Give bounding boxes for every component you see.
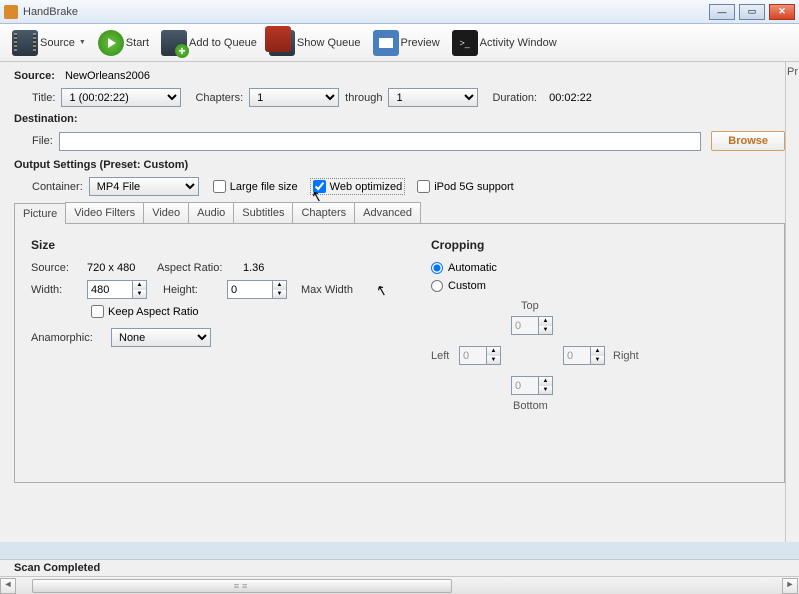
handbrake-icon (4, 5, 18, 19)
add-queue-label: Add to Queue (189, 37, 257, 49)
aspect-label: Aspect Ratio: (157, 262, 237, 274)
height-spinner[interactable]: ▲▼ (227, 280, 287, 299)
top-label: Top (521, 300, 539, 312)
chapter-from-select[interactable]: 1 (249, 88, 339, 107)
tab-picture[interactable]: Picture (14, 203, 66, 224)
duration-value: 00:02:22 (549, 92, 592, 104)
aspect-value: 1.36 (243, 262, 264, 274)
tab-advanced[interactable]: Advanced (354, 202, 421, 223)
source-heading: Source: (14, 70, 55, 82)
source-label: Source (40, 37, 75, 49)
film-icon (12, 30, 38, 56)
tab-subtitles[interactable]: Subtitles (233, 202, 293, 223)
presets-hint: Pr (786, 66, 799, 78)
size-section: Size Source: 720 x 480 Aspect Ratio: 1.3… (31, 238, 371, 468)
destination-heading: Destination: (14, 113, 785, 125)
anamorphic-label: Anamorphic: (31, 332, 105, 344)
output-settings-heading: Output Settings (Preset: Custom) (14, 159, 785, 171)
minimize-button[interactable]: — (709, 4, 735, 20)
width-label: Width: (31, 284, 81, 296)
maximize-button[interactable]: ▭ (739, 4, 765, 20)
cropping-section: Cropping Automatic Custom Top ▲▼ Left ▲▼… (431, 238, 771, 468)
large-file-checkbox[interactable]: Large file size (213, 180, 298, 193)
right-label: Right (613, 350, 639, 362)
container-label: Container: (32, 181, 83, 193)
tab-content: Size Source: 720 x 480 Aspect Ratio: 1.3… (14, 223, 785, 483)
status-text: Scan Completed (14, 562, 100, 574)
tab-chapters[interactable]: Chapters (292, 202, 355, 223)
anamorphic-select[interactable]: None (111, 328, 211, 347)
browse-button[interactable]: Browse (711, 131, 785, 151)
close-button[interactable]: ✕ (769, 4, 795, 20)
file-label: File: (32, 135, 53, 147)
chapter-to-select[interactable]: 1 (388, 88, 478, 107)
toolbar: Source ▼ Start + Add to Queue Show Queue… (0, 24, 799, 62)
height-label: Height: (163, 284, 221, 296)
queue-add-icon: + (161, 30, 187, 56)
scroll-right-arrow[interactable]: ► (782, 578, 798, 594)
preview-icon (373, 30, 399, 56)
tab-video-filters[interactable]: Video Filters (65, 202, 144, 223)
crop-custom-radio[interactable]: Custom (431, 280, 771, 292)
activity-label: Activity Window (480, 37, 557, 49)
source-value: NewOrleans2006 (65, 70, 150, 82)
crop-left-spinner: ▲▼ (459, 346, 501, 365)
window-title: HandBrake (23, 6, 78, 18)
window-titlebar: HandBrake — ▭ ✕ (0, 0, 799, 24)
tabs: Picture Video Filters Video Audio Subtit… (14, 202, 785, 223)
keep-aspect-checkbox[interactable]: Keep Aspect Ratio (91, 305, 199, 318)
crop-right-spinner: ▲▼ (563, 346, 605, 365)
scroll-thumb[interactable]: ≡≡ (32, 579, 452, 593)
source-button[interactable]: Source ▼ (8, 28, 90, 58)
ipod-5g-checkbox[interactable]: iPod 5G support (417, 180, 514, 193)
cropping-heading: Cropping (431, 238, 771, 252)
crop-bottom-spinner: ▲▼ (511, 376, 553, 395)
tab-video[interactable]: Video (143, 202, 189, 223)
crop-top-spinner: ▲▼ (511, 316, 553, 335)
bottom-label: Bottom (513, 400, 548, 412)
title-select[interactable]: 1 (00:02:22) (61, 88, 181, 107)
size-heading: Size (31, 238, 371, 252)
left-label: Left (431, 350, 449, 362)
show-queue-button[interactable]: Show Queue (265, 28, 365, 58)
container-select[interactable]: MP4 File (89, 177, 199, 196)
horizontal-scrollbar[interactable]: ◄ ≡≡ ► (0, 576, 799, 594)
main-panel: Source: NewOrleans2006 Title: 1 (00:02:2… (0, 62, 799, 542)
start-label: Start (126, 37, 149, 49)
preview-label: Preview (401, 37, 440, 49)
chapters-label: Chapters: (195, 92, 243, 104)
presets-panel-collapsed[interactable]: Pr (785, 62, 799, 542)
queue-stack-icon (269, 30, 295, 56)
size-source-value: 720 x 480 (87, 262, 157, 274)
crop-auto-radio[interactable]: Automatic (431, 262, 771, 274)
cursor-icon-2 (376, 282, 392, 298)
terminal-icon (452, 30, 478, 56)
width-spinner[interactable]: ▲▼ (87, 280, 147, 299)
start-button[interactable]: Start (94, 28, 153, 58)
tab-audio[interactable]: Audio (188, 202, 234, 223)
max-width-label: Max Width (301, 284, 353, 296)
duration-label: Duration: (492, 92, 537, 104)
play-icon (98, 30, 124, 56)
activity-button[interactable]: Activity Window (448, 28, 561, 58)
chevron-down-icon: ▼ (79, 39, 86, 46)
file-input[interactable] (59, 132, 701, 151)
size-source-label: Source: (31, 262, 81, 274)
scroll-left-arrow[interactable]: ◄ (0, 578, 16, 594)
preview-button[interactable]: Preview (369, 28, 444, 58)
show-queue-label: Show Queue (297, 37, 361, 49)
through-label: through (345, 92, 382, 104)
add-queue-button[interactable]: + Add to Queue (157, 28, 261, 58)
cursor-icon (311, 188, 327, 204)
status-bar: Scan Completed (0, 559, 799, 576)
title-label: Title: (32, 92, 55, 104)
